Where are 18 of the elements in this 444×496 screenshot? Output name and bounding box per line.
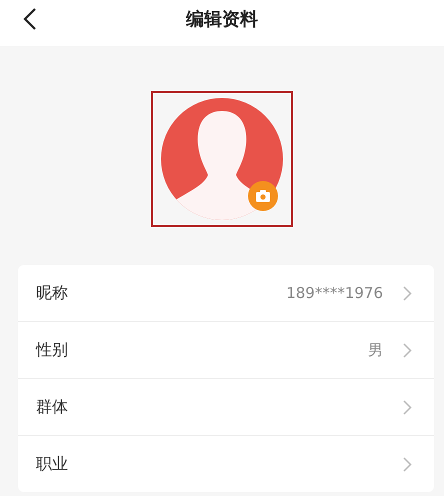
field-label: 昵称	[36, 282, 69, 304]
chevron-icon	[403, 286, 412, 300]
chevron-icon	[403, 342, 412, 358]
field-value: 189****1976	[286, 284, 383, 302]
chevron-icon	[403, 400, 412, 414]
back-icon[interactable]	[23, 8, 37, 30]
field-value: 男	[368, 340, 383, 360]
page-title: 编辑资料	[186, 8, 258, 31]
profile-row[interactable]: 性别 男	[18, 322, 434, 379]
chevron-icon	[403, 456, 412, 472]
profile-row[interactable]: 群体	[18, 379, 434, 436]
avatar-frame[interactable]	[151, 91, 293, 227]
field-label: 群体	[36, 396, 69, 418]
field-label: 职业	[36, 454, 69, 474]
profile-row[interactable]: 职业	[18, 436, 434, 492]
camera-icon[interactable]	[248, 181, 278, 211]
profile-row[interactable]: 昵称 189****1976	[18, 265, 434, 322]
field-label: 性别	[36, 340, 69, 360]
